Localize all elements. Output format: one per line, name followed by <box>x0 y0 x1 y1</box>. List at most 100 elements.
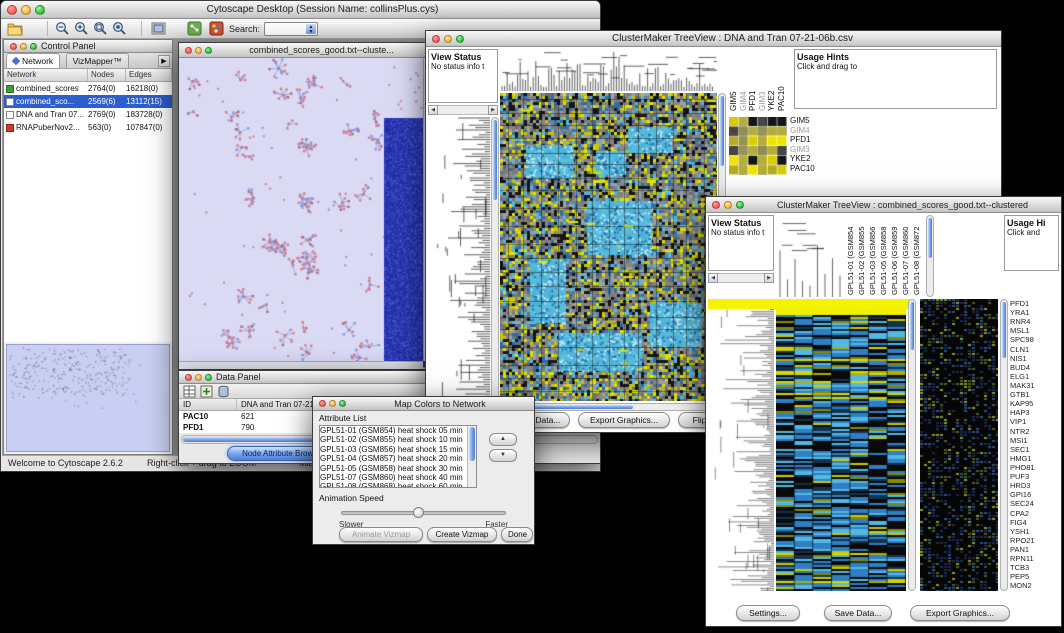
scroll-thumb[interactable] <box>910 302 914 350</box>
close-button[interactable] <box>7 5 17 15</box>
treeview-action-button[interactable]: Export Graphics... <box>910 605 1010 621</box>
zoom-button[interactable] <box>35 5 45 15</box>
network-hscrollbar[interactable] <box>179 361 423 369</box>
scroll-left-icon[interactable]: ◀ <box>428 105 438 115</box>
scroll-track[interactable] <box>438 105 488 115</box>
gene-label[interactable]: SEC24 <box>1010 499 1060 508</box>
selected-genes-heatmap-canvas[interactable] <box>920 299 998 591</box>
minimize-button[interactable] <box>444 35 452 43</box>
close-button[interactable] <box>432 35 440 43</box>
network-grid-icon[interactable] <box>187 21 203 37</box>
gene-label[interactable]: HRD3 <box>1010 481 1060 490</box>
network-row[interactable]: combined_scores 2764(0) 16218(0) <box>4 82 172 95</box>
view-status-scrollbar[interactable]: ◀ ▶ <box>428 105 498 115</box>
gene-label[interactable]: MSI1 <box>1010 436 1060 445</box>
heatmap-canvas[interactable] <box>776 309 906 591</box>
column-dendrogram-canvas[interactable] <box>776 215 844 297</box>
gene-label[interactable]: ELG1 <box>1010 372 1060 381</box>
move-down-button[interactable]: ▼ <box>489 449 517 462</box>
gene-label[interactable]: NTR2 <box>1010 427 1060 436</box>
gene-label[interactable]: SEC1 <box>1010 445 1060 454</box>
close-button[interactable] <box>185 374 192 381</box>
minimize-button[interactable] <box>21 5 31 15</box>
gene-label[interactable]: NIS1 <box>1010 354 1060 363</box>
zoom-button[interactable] <box>205 374 212 381</box>
heatmap-canvas[interactable] <box>500 93 717 401</box>
combo-arrows-icon[interactable]: ▲▼ <box>306 24 316 34</box>
column-dendrogram-canvas[interactable] <box>500 49 717 91</box>
scroll-thumb[interactable] <box>1002 302 1006 358</box>
gene-label[interactable]: RNR4 <box>1010 317 1060 326</box>
minimize-button[interactable] <box>20 43 27 50</box>
gene-label[interactable]: YRA1 <box>1010 308 1060 317</box>
tab-vizmapper[interactable]: VizMapper™ <box>66 53 129 68</box>
gene-label[interactable]: CLN1 <box>1010 345 1060 354</box>
gene-label[interactable]: PUF3 <box>1010 472 1060 481</box>
close-button[interactable] <box>10 43 17 50</box>
network-overview-thumbnail[interactable] <box>6 344 170 452</box>
gene-label[interactable]: CPA2 <box>1010 509 1060 518</box>
gene-label[interactable]: GTB1 <box>1010 390 1060 399</box>
zoom-button[interactable] <box>456 35 464 43</box>
labels-vscrollbar[interactable] <box>926 215 934 297</box>
network-graph-canvas[interactable] <box>179 58 431 369</box>
search-input[interactable]: ▲▼ <box>264 22 318 36</box>
attribute-item[interactable]: GPL51-03 (GSM856) heat shock 15 min <box>320 445 467 454</box>
gene-label[interactable]: GPI16 <box>1010 490 1060 499</box>
dialog-action-button[interactable]: Animate Vizmap <box>339 527 423 542</box>
zoom-fit-icon[interactable] <box>93 21 109 37</box>
minimize-button[interactable] <box>724 201 732 209</box>
gene-label[interactable]: PHO81 <box>1010 463 1060 472</box>
gene-label[interactable]: FIG4 <box>1010 518 1060 527</box>
zoom-button[interactable] <box>30 43 37 50</box>
header-edges[interactable]: Edges <box>126 69 172 81</box>
close-button[interactable] <box>319 400 326 407</box>
overview-canvas[interactable] <box>7 345 169 451</box>
attribute-item[interactable]: GPL51-08 (GSM868) heat shock 60 min <box>320 482 467 488</box>
header-network[interactable]: Network <box>4 69 88 81</box>
scroll-left-icon[interactable]: ◀ <box>708 273 718 283</box>
close-button[interactable] <box>712 201 720 209</box>
close-button[interactable] <box>185 47 192 54</box>
minimize-button[interactable] <box>329 400 336 407</box>
attribute-list-scrollbar[interactable] <box>467 426 476 487</box>
select-attributes-icon[interactable] <box>183 385 196 398</box>
minimize-button[interactable] <box>195 374 202 381</box>
gene-label[interactable]: SPC98 <box>1010 335 1060 344</box>
network-row[interactable]: combined_sco... 2569(6) 13112(15) <box>4 95 172 108</box>
snapshot-icon[interactable] <box>151 21 167 37</box>
header-id[interactable]: ID <box>179 399 237 410</box>
gene-label[interactable]: HAP3 <box>1010 408 1060 417</box>
gene-label[interactable]: MSL1 <box>1010 326 1060 335</box>
gene-label[interactable]: YSH1 <box>1010 527 1060 536</box>
vizmapper-palette-icon[interactable] <box>209 21 225 37</box>
gene-label[interactable]: HMG1 <box>1010 454 1060 463</box>
zoom-out-icon[interactable] <box>55 21 71 37</box>
treeview1-titlebar[interactable]: ClusterMaker TreeView : DNA and Tran 07-… <box>426 31 1001 47</box>
attribute-item[interactable]: GPL51-05 (GSM858) heat shock 30 min <box>320 464 467 473</box>
gene-label[interactable]: TCB3 <box>1010 563 1060 572</box>
network-view-titlebar[interactable]: combined_scores_good.txt--cluste... <box>179 43 431 58</box>
gene-label[interactable]: RPO21 <box>1010 536 1060 545</box>
zoom-button[interactable] <box>736 201 744 209</box>
zoom-selected-icon[interactable] <box>112 21 128 37</box>
gene-label[interactable]: RPN11 <box>1010 554 1060 563</box>
network-row[interactable]: RNAPuberNov2... 563(0) 107847(0) <box>4 121 172 134</box>
zoom-in-icon[interactable] <box>74 21 90 37</box>
scroll-thumb[interactable] <box>720 96 724 166</box>
dialog-action-button[interactable]: Create Vizmap <box>427 527 497 542</box>
heatmap-vscrollbar[interactable] <box>908 299 916 591</box>
scroll-thumb[interactable] <box>469 427 475 461</box>
gene-label[interactable]: MAK31 <box>1010 381 1060 390</box>
main-titlebar[interactable]: Cytoscape Desktop (Session Name: collins… <box>1 1 600 19</box>
treeview-action-button[interactable]: Settings... <box>736 605 800 621</box>
row-dendrogram-canvas[interactable] <box>428 117 490 401</box>
row-dendrogram-canvas[interactable] <box>708 309 774 591</box>
scroll-right-icon[interactable]: ▶ <box>764 273 774 283</box>
correlation-matrix-canvas[interactable] <box>729 117 787 175</box>
gene-label[interactable]: BUD4 <box>1010 363 1060 372</box>
dialog-titlebar[interactable]: Map Colors to Network <box>313 397 534 411</box>
gene-label[interactable]: KAP95 <box>1010 399 1060 408</box>
control-panel-titlebar[interactable]: Control Panel <box>4 40 172 53</box>
dialog-action-button[interactable]: Done <box>501 527 533 542</box>
